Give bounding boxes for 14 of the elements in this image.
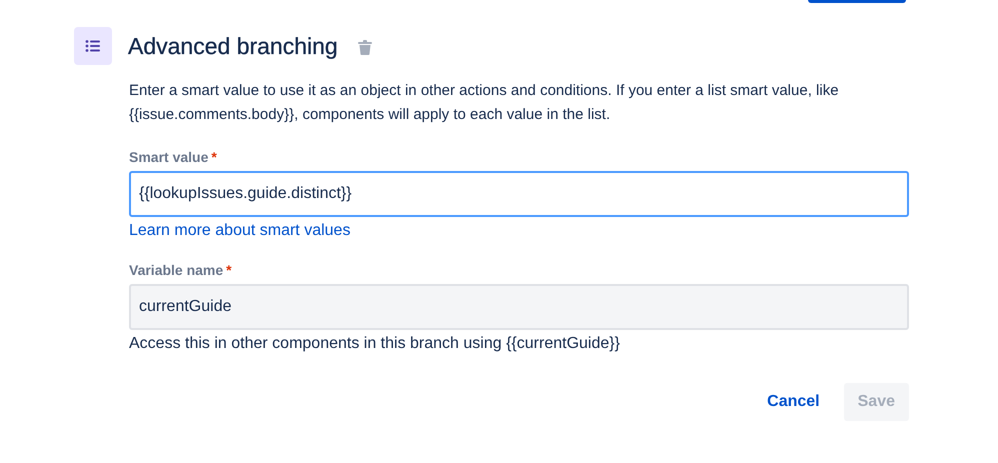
primary-button[interactable] [808,0,906,3]
list-icon [74,27,112,65]
input-field[interactable]: {{lookupIssues.guide.distinct}} [129,171,909,217]
section-title: Advanced branching [128,32,338,60]
required-mark: * [211,149,217,165]
help-text: Access this in other components in this branch using {{currentGuide}} [129,335,621,353]
required-mark: * [226,262,232,278]
help-link[interactable]: Learn more about smart values [129,222,350,240]
input-field[interactable]: currentGuide [129,284,909,330]
description: Enter a smart value to use it as an object in other actions and conditions. If you enter a list smart value, like {{issue.comments.body}}, components will apply to each value in the list. [129,81,840,125]
cancel-button[interactable]: Cancel [753,383,834,421]
field-label: Variable name [129,262,224,278]
trash-icon[interactable] [358,40,372,55]
field-label: Smart value [129,149,208,165]
